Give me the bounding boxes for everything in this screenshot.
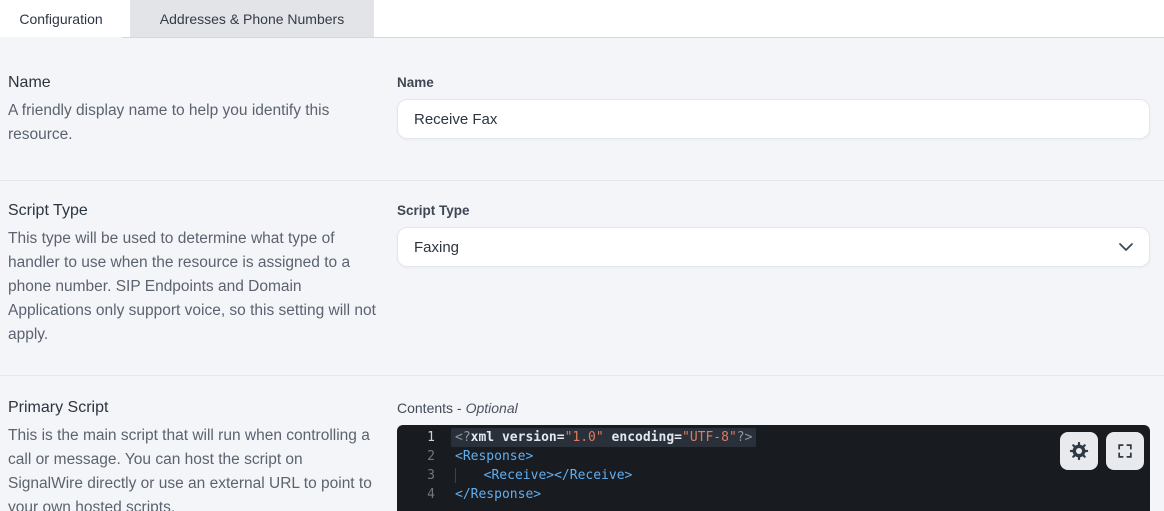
name-section-heading: Name: [8, 74, 397, 92]
editor-settings-button[interactable]: [1060, 432, 1098, 470]
section-name: Name A friendly display name to help you…: [0, 38, 1164, 180]
chevron-down-icon: [1119, 243, 1133, 252]
script-type-select[interactable]: Faxing: [397, 227, 1150, 267]
name-input[interactable]: [397, 99, 1150, 139]
editor-fullscreen-button[interactable]: [1106, 432, 1144, 470]
script-type-section-heading: Script Type: [8, 202, 397, 220]
code-line: 3 <Receive></Receive>: [397, 466, 1150, 485]
section-script-type: Script Type This type will be used to de…: [0, 180, 1164, 375]
code-line: 2<Response>: [397, 447, 1150, 466]
tab-configuration[interactable]: Configuration: [0, 0, 122, 38]
code-lines: 1<?xml version="1.0" encoding="UTF-8"?>2…: [397, 428, 1150, 504]
primary-script-section-description: This is the main script that will run wh…: [8, 424, 376, 511]
tab-addresses-phone-numbers[interactable]: Addresses & Phone Numbers: [130, 0, 374, 37]
code-line: 4</Response>: [397, 485, 1150, 504]
fullscreen-icon: [1115, 441, 1135, 461]
primary-script-section-heading: Primary Script: [8, 399, 397, 417]
tab-bar: Configuration Addresses & Phone Numbers: [0, 0, 1164, 38]
contents-field-label: Contents -Optional: [397, 400, 1150, 416]
resource-configuration-page: Configuration Addresses & Phone Numbers …: [0, 0, 1164, 511]
name-section-description: A friendly display name to help you iden…: [8, 99, 376, 147]
script-type-selected-value: Faxing: [414, 239, 459, 256]
code-editor[interactable]: 1<?xml version="1.0" encoding="UTF-8"?>2…: [397, 425, 1150, 511]
editor-toolbar: [1060, 432, 1144, 470]
optional-hint: Optional: [466, 400, 518, 416]
gear-icon: [1068, 440, 1090, 462]
section-primary-script: Primary Script This is the main script t…: [0, 375, 1164, 511]
script-type-field-label: Script Type: [397, 203, 1150, 218]
script-type-section-description: This type will be used to determine what…: [8, 227, 376, 347]
code-line: 1<?xml version="1.0" encoding="UTF-8"?>: [397, 428, 1150, 447]
name-field-label: Name: [397, 75, 1150, 90]
